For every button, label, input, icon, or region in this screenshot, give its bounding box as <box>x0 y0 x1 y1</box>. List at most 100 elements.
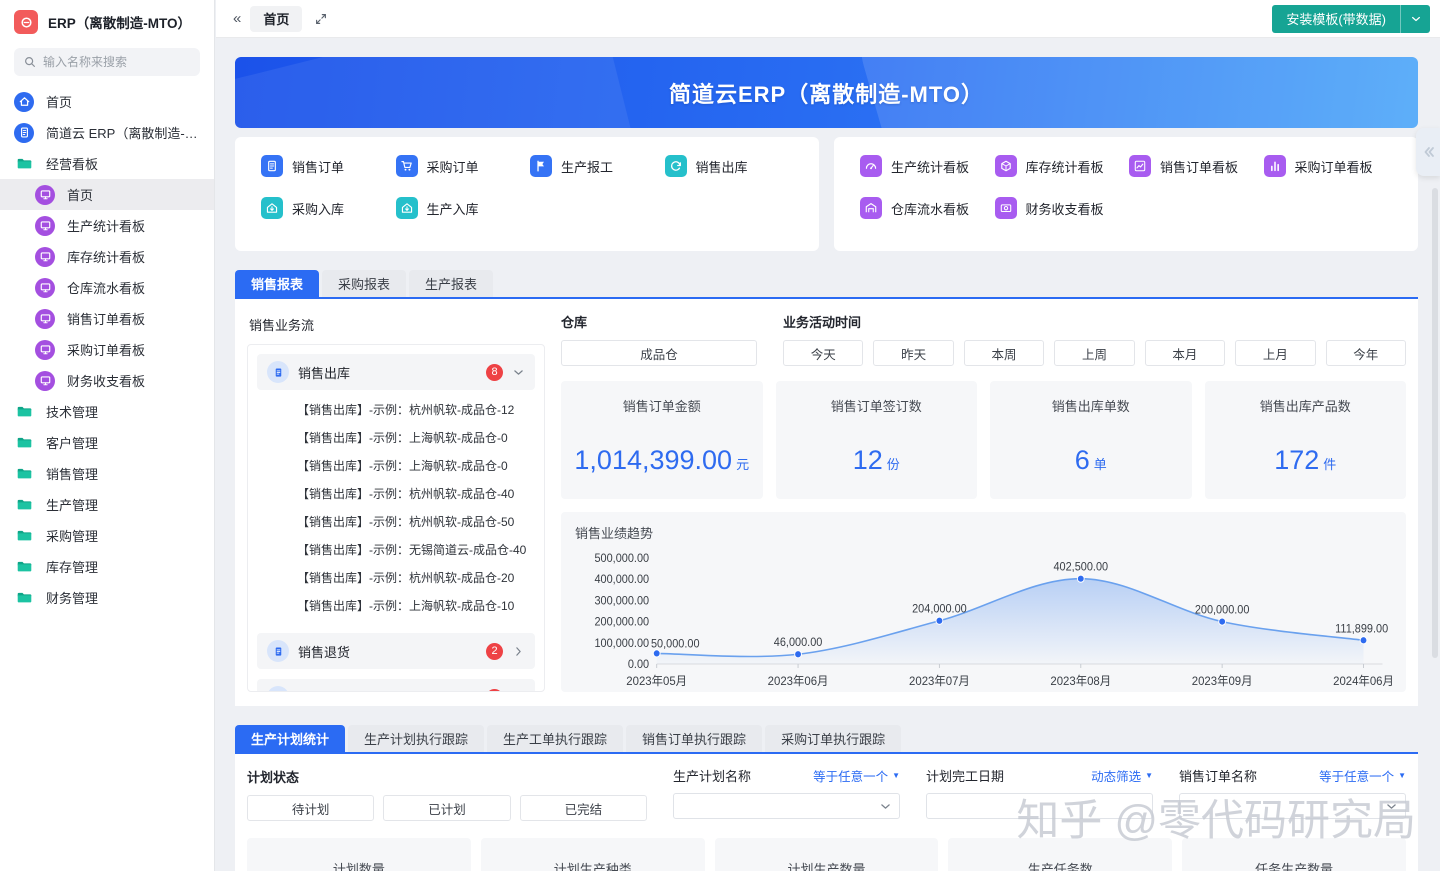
folder-icon <box>14 495 34 515</box>
sidebar-item[interactable]: 生产统计看板 <box>0 210 214 241</box>
flow-section-header[interactable]: 销售退货2 <box>257 633 535 669</box>
time-option-button[interactable]: 今年 <box>1326 340 1406 366</box>
plan-stat-card: 任务生产数量 <box>1182 838 1406 871</box>
sidebar-group[interactable]: 技术管理 <box>0 396 214 427</box>
dashboard-icon <box>35 309 55 329</box>
flow-item[interactable]: 【销售出库】-示例：杭州帆软-成品仓-12 <box>257 395 535 423</box>
install-dropdown-button[interactable] <box>1400 5 1430 33</box>
dashboard-link[interactable]: 销售订单看板 <box>1129 155 1264 177</box>
sidebar-item[interactable]: 财务收支看板 <box>0 365 214 396</box>
time-option-button[interactable]: 本周 <box>964 340 1044 366</box>
sidebar-group[interactable]: 客户管理 <box>0 427 214 458</box>
dashboard-link[interactable]: 财务收支看板 <box>995 197 1130 219</box>
dashboard-link[interactable]: 库存统计看板 <box>995 155 1130 177</box>
sidebar-item[interactable]: 简道云 ERP（离散制造-MTO）... <box>0 117 214 148</box>
sidebar-item[interactable]: 销售订单看板 <box>0 303 214 334</box>
dashboard-link[interactable]: 采购订单看板 <box>1264 155 1399 177</box>
sidebar-group[interactable]: 经营看板 <box>0 148 214 179</box>
plan-section: 生产计划统计生产计划执行跟踪生产工单执行跟踪销售订单执行跟踪采购订单执行跟踪 计… <box>235 725 1418 871</box>
svg-text:2023年05月: 2023年05月 <box>626 674 687 688</box>
topbar-tab-home[interactable]: 首页 <box>250 6 302 32</box>
sales-trend-chart: 0.00100,000.00200,000.00300,000.00400,00… <box>575 544 1392 692</box>
stat-value: 172件 <box>1205 445 1407 476</box>
stat-card: 销售出库产品数172件 <box>1205 381 1407 499</box>
svg-text:46,000.00: 46,000.00 <box>774 637 823 649</box>
float-collapse-handle[interactable] <box>1416 128 1440 176</box>
time-option-button[interactable]: 上周 <box>1054 340 1134 366</box>
chevron-down-icon <box>879 800 892 813</box>
quick-link[interactable]: 生产报工 <box>530 155 665 177</box>
tab[interactable]: 生产计划统计 <box>235 725 345 752</box>
folder-icon <box>14 557 34 577</box>
quick-link[interactable]: 销售出库 <box>665 155 800 177</box>
sidebar-item[interactable]: 首页 <box>0 179 214 210</box>
plan-status-button[interactable]: 已完结 <box>520 795 647 821</box>
tab[interactable]: 销售订单执行跟踪 <box>626 725 762 752</box>
time-filter: 业务活动时间 今天昨天本周上周本月上月今年 <box>783 312 1406 366</box>
app-logo-icon <box>14 10 38 34</box>
tab[interactable]: 采购订单执行跟踪 <box>765 725 901 752</box>
flow-item[interactable]: 【销售出库】-示例：无锡简道云-成品仓-40 <box>257 535 535 563</box>
plan-status-button[interactable]: 已计划 <box>383 795 510 821</box>
warehouse-button[interactable]: 成品仓 <box>561 340 757 366</box>
quick-link[interactable]: 采购入库 <box>261 197 396 219</box>
sidebar-item[interactable]: 采购订单看板 <box>0 334 214 365</box>
tab[interactable]: 销售报表 <box>235 270 319 297</box>
tab[interactable]: 生产报表 <box>409 270 493 297</box>
fullscreen-icon[interactable] <box>314 12 328 26</box>
time-option-button[interactable]: 今天 <box>783 340 863 366</box>
time-option-button[interactable]: 上月 <box>1235 340 1315 366</box>
time-option-button[interactable]: 昨天 <box>873 340 953 366</box>
plan-status-button[interactable]: 待计划 <box>247 795 374 821</box>
chevron-right-icon <box>512 691 525 693</box>
install-template-button[interactable]: 安装模板(带数据) <box>1272 5 1400 33</box>
sidebar-group[interactable]: 销售管理 <box>0 458 214 489</box>
svg-text:2023年06月: 2023年06月 <box>768 674 829 688</box>
plan-panel: 计划状态 待计划已计划已完结 生产计划名称等于任意一个▼计划完工日期动态筛选▼销… <box>235 754 1418 871</box>
sidebar-group[interactable]: 采购管理 <box>0 520 214 551</box>
filter-operator-link[interactable]: 等于任意一个▼ <box>1319 766 1406 785</box>
sidebar-item[interactable]: 仓库流水看板 <box>0 272 214 303</box>
filter-select[interactable] <box>1179 793 1406 819</box>
tab[interactable]: 生产计划执行跟踪 <box>348 725 484 752</box>
filter-operator-link[interactable]: 等于任意一个▼ <box>813 766 900 785</box>
svg-text:200,000.00: 200,000.00 <box>594 616 649 628</box>
filter-operator-link[interactable]: 动态筛选▼ <box>1091 766 1153 785</box>
sidebar-search[interactable] <box>14 48 200 76</box>
quick-link[interactable]: 采购订单 <box>396 155 531 177</box>
flow-section-header[interactable]: 销售出库8 <box>257 354 535 390</box>
plan-stat-card: 计划数量 <box>247 838 471 871</box>
sidebar-group[interactable]: 生产管理 <box>0 489 214 520</box>
tab[interactable]: 采购报表 <box>322 270 406 297</box>
flow-item[interactable]: 【销售出库】-示例：杭州帆软-成品仓-20 <box>257 563 535 591</box>
filter-select[interactable] <box>673 793 900 819</box>
time-option-button[interactable]: 本月 <box>1145 340 1225 366</box>
flow-item[interactable]: 【销售出库】-示例：上海帆软-成品仓-0 <box>257 451 535 479</box>
report-panel: 销售业务流 销售出库8【销售出库】-示例：杭州帆软-成品仓-12【销售出库】-示… <box>235 299 1418 706</box>
flow-section-header[interactable]: 销售换货1 <box>257 679 535 692</box>
sales-flow-box: 销售出库8【销售出库】-示例：杭州帆软-成品仓-12【销售出库】-示例：上海帆软… <box>247 344 545 692</box>
warehouse-flow-icon <box>860 197 882 219</box>
search-input[interactable] <box>43 55 191 69</box>
sidebar-item[interactable]: 库存统计看板 <box>0 241 214 272</box>
dashboard-link[interactable]: 仓库流水看板 <box>860 197 995 219</box>
sidebar-item[interactable]: 首页 <box>0 86 214 117</box>
svg-text:500,000.00: 500,000.00 <box>594 553 649 565</box>
report-section: 销售报表采购报表生产报表 销售业务流 销售出库8【销售出库】-示例：杭州帆软-成… <box>235 270 1418 706</box>
sidebar-group[interactable]: 财务管理 <box>0 582 214 613</box>
tab[interactable]: 生产工单执行跟踪 <box>487 725 623 752</box>
filter-date-input[interactable] <box>926 793 1153 819</box>
sidebar-group[interactable]: 库存管理 <box>0 551 214 582</box>
quick-link[interactable]: 销售订单 <box>261 155 396 177</box>
collapse-sidebar-icon[interactable]: « <box>226 10 248 27</box>
dashboard-link[interactable]: 生产统计看板 <box>860 155 995 177</box>
report-right-column: 仓库 成品仓 业务活动时间 今天昨天本周上周本月上月今年 销售订单金额1,014… <box>561 312 1406 692</box>
flow-item[interactable]: 【销售出库】-示例：杭州帆软-成品仓-40 <box>257 479 535 507</box>
main-content: 简道云ERP（离散制造-MTO） 销售订单采购订单生产报工销售出库采购入库生产入… <box>216 38 1440 871</box>
flow-item[interactable]: 【销售出库】-示例：上海帆软-成品仓-10 <box>257 591 535 619</box>
flow-item[interactable]: 【销售出库】-示例：上海帆软-成品仓-0 <box>257 423 535 451</box>
sales-outbound-icon <box>665 155 687 177</box>
flow-item[interactable]: 【销售出库】-示例：杭州帆软-成品仓-50 <box>257 507 535 535</box>
scrollbar-thumb[interactable] <box>1432 188 1438 658</box>
quick-link[interactable]: 生产入库 <box>396 197 531 219</box>
